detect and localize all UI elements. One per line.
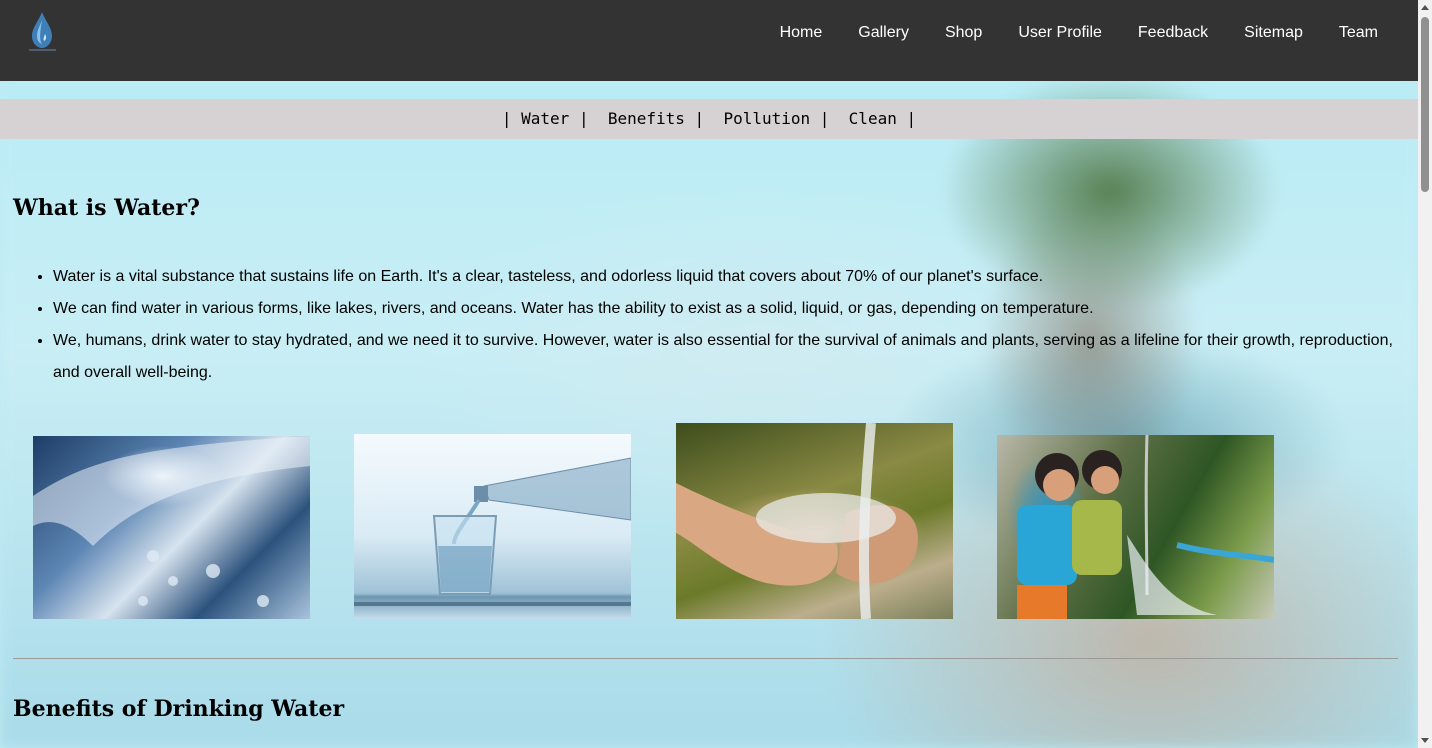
subnav-separator: |	[684, 109, 724, 128]
section-heading-water: What is Water?	[13, 195, 200, 221]
hands-catching-water-image	[676, 423, 953, 619]
list-item: Water is a vital substance that sustains…	[53, 261, 1403, 293]
subnav-benefits-link[interactable]: Benefits	[608, 109, 685, 128]
nav-gallery-link[interactable]: Gallery	[858, 22, 909, 44]
nav-home-link[interactable]: Home	[780, 22, 823, 44]
water-facts-list: Water is a vital substance that sustains…	[53, 261, 1403, 389]
page-scrollbar[interactable]	[1418, 0, 1432, 748]
section-heading-benefits: Benefits of Drinking Water	[13, 696, 345, 722]
subnav-separator: |	[810, 109, 849, 128]
scroll-up-arrow-icon[interactable]	[1421, 5, 1429, 10]
subnav-separator: |	[569, 109, 608, 128]
scroll-down-arrow-icon[interactable]	[1421, 738, 1429, 743]
scrollbar-thumb[interactable]	[1421, 17, 1429, 192]
nav-sitemap-link[interactable]: Sitemap	[1244, 22, 1303, 44]
subnav-separator: |	[501, 109, 522, 128]
subnav-water-link[interactable]: Water	[521, 109, 569, 128]
section-subnav: | Water | Benefits | Pollution | Clean |	[0, 99, 1418, 139]
subnav-pollution-link[interactable]: Pollution	[723, 109, 810, 128]
water-bottle-pouring-image	[354, 434, 631, 619]
nav-team-link[interactable]: Team	[1339, 22, 1378, 44]
subnav-clean-link[interactable]: Clean	[849, 109, 897, 128]
children-playing-water-image	[997, 435, 1274, 619]
nav-user-profile-link[interactable]: User Profile	[1018, 22, 1102, 44]
main-nav: Home Gallery Shop User Profile Feedback Sitem…	[744, 22, 1378, 44]
water-splash-image	[33, 436, 310, 619]
list-item: We, humans, drink water to stay hydrated…	[53, 325, 1403, 389]
list-item: We can find water in various forms, like…	[53, 293, 1403, 325]
water-drop-logo-icon[interactable]	[26, 10, 62, 54]
nav-feedback-link[interactable]: Feedback	[1138, 22, 1208, 44]
nav-shop-link[interactable]: Shop	[945, 22, 982, 44]
section-divider	[13, 658, 1398, 659]
subnav-separator: |	[896, 109, 917, 128]
top-navbar: Home Gallery Shop User Profile Feedback Sitem…	[0, 0, 1418, 81]
page-background	[0, 81, 1418, 748]
